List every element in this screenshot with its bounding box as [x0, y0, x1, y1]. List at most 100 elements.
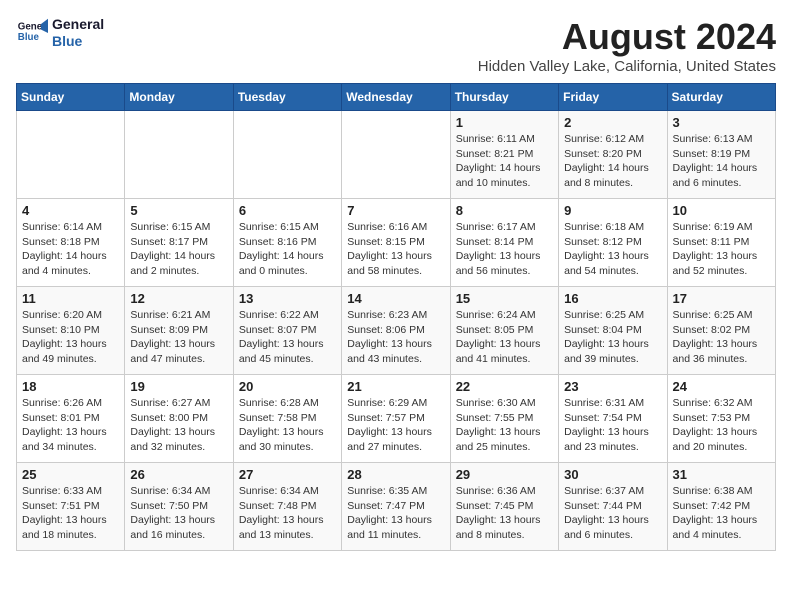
day-info: Sunrise: 6:13 AM Sunset: 8:19 PM Dayligh…: [673, 132, 770, 191]
title-area: August 2024 Hidden Valley Lake, Californ…: [478, 16, 776, 75]
day-cell: 29 Sunrise: 6:36 AM Sunset: 7:45 PM Dayli…: [450, 463, 558, 551]
day-info: Sunrise: 6:34 AM Sunset: 7:48 PM Dayligh…: [239, 484, 336, 543]
day-info: Sunrise: 6:28 AM Sunset: 7:58 PM Dayligh…: [239, 396, 336, 455]
day-cell: [233, 111, 341, 199]
day-info: Sunrise: 6:32 AM Sunset: 7:53 PM Dayligh…: [673, 396, 770, 455]
day-cell: 15 Sunrise: 6:24 AM Sunset: 8:05 PM Dayli…: [450, 287, 558, 375]
dow-tuesday: Tuesday: [233, 84, 341, 111]
day-number: 3: [673, 115, 770, 130]
day-number: 22: [456, 379, 553, 394]
day-cell: 6 Sunrise: 6:15 AM Sunset: 8:16 PM Daylig…: [233, 199, 341, 287]
week-row-4: 18 Sunrise: 6:26 AM Sunset: 8:01 PM Dayli…: [17, 375, 776, 463]
dow-friday: Friday: [559, 84, 667, 111]
day-number: 17: [673, 291, 770, 306]
day-cell: 24 Sunrise: 6:32 AM Sunset: 7:53 PM Dayli…: [667, 375, 775, 463]
logo-icon: General Blue: [16, 17, 48, 49]
day-cell: 22 Sunrise: 6:30 AM Sunset: 7:55 PM Dayli…: [450, 375, 558, 463]
week-row-2: 4Sunrise: 6:14 AM Sunset: 8:18 PM Daylig…: [17, 199, 776, 287]
day-number: 18: [22, 379, 119, 394]
day-cell: 8Sunrise: 6:17 AM Sunset: 8:14 PM Daylig…: [450, 199, 558, 287]
day-number: 9: [564, 203, 661, 218]
day-info: Sunrise: 6:18 AM Sunset: 8:12 PM Dayligh…: [564, 220, 661, 279]
svg-text:Blue: Blue: [18, 32, 40, 43]
day-number: 31: [673, 467, 770, 482]
day-number: 1: [456, 115, 553, 130]
day-cell: 18 Sunrise: 6:26 AM Sunset: 8:01 PM Dayli…: [17, 375, 125, 463]
dow-monday: Monday: [125, 84, 233, 111]
day-cell: 16 Sunrise: 6:25 AM Sunset: 8:04 PM Dayli…: [559, 287, 667, 375]
day-info: Sunrise: 6:33 AM Sunset: 7:51 PM Dayligh…: [22, 484, 119, 543]
week-row-1: 1 Sunrise: 6:11 AM Sunset: 8:21 PM Daylig…: [17, 111, 776, 199]
day-info: Sunrise: 6:20 AM Sunset: 8:10 PM Dayligh…: [22, 308, 119, 367]
day-cell: 21Sunrise: 6:29 AM Sunset: 7:57 PM Dayli…: [342, 375, 450, 463]
day-cell: 19 Sunrise: 6:27 AM Sunset: 8:00 PM Dayli…: [125, 375, 233, 463]
day-cell: 23Sunrise: 6:31 AM Sunset: 7:54 PM Dayli…: [559, 375, 667, 463]
day-info: Sunrise: 6:14 AM Sunset: 8:18 PM Dayligh…: [22, 220, 119, 279]
day-cell: 9 Sunrise: 6:18 AM Sunset: 8:12 PM Daylig…: [559, 199, 667, 287]
day-info: Sunrise: 6:12 AM Sunset: 8:20 PM Dayligh…: [564, 132, 661, 191]
day-info: Sunrise: 6:30 AM Sunset: 7:55 PM Dayligh…: [456, 396, 553, 455]
day-of-week-header: SundayMondayTuesdayWednesdayThursdayFrid…: [17, 84, 776, 111]
day-number: 25: [22, 467, 119, 482]
day-info: Sunrise: 6:15 AM Sunset: 8:17 PM Dayligh…: [130, 220, 227, 279]
dow-thursday: Thursday: [450, 84, 558, 111]
dow-sunday: Sunday: [17, 84, 125, 111]
day-info: Sunrise: 6:26 AM Sunset: 8:01 PM Dayligh…: [22, 396, 119, 455]
location: Hidden Valley Lake, California, United S…: [478, 58, 776, 75]
day-info: Sunrise: 6:31 AM Sunset: 7:54 PM Dayligh…: [564, 396, 661, 455]
day-info: Sunrise: 6:19 AM Sunset: 8:11 PM Dayligh…: [673, 220, 770, 279]
day-number: 16: [564, 291, 661, 306]
logo: General Blue General Blue: [16, 16, 104, 50]
day-info: Sunrise: 6:11 AM Sunset: 8:21 PM Dayligh…: [456, 132, 553, 191]
day-cell: 3 Sunrise: 6:13 AM Sunset: 8:19 PM Daylig…: [667, 111, 775, 199]
day-info: Sunrise: 6:37 AM Sunset: 7:44 PM Dayligh…: [564, 484, 661, 543]
day-cell: 26Sunrise: 6:34 AM Sunset: 7:50 PM Dayli…: [125, 463, 233, 551]
day-cell: 12 Sunrise: 6:21 AM Sunset: 8:09 PM Dayli…: [125, 287, 233, 375]
dow-wednesday: Wednesday: [342, 84, 450, 111]
header: General Blue General Blue August 2024 Hi…: [16, 16, 776, 75]
day-number: 15: [456, 291, 553, 306]
day-number: 6: [239, 203, 336, 218]
day-info: Sunrise: 6:36 AM Sunset: 7:45 PM Dayligh…: [456, 484, 553, 543]
day-info: Sunrise: 6:35 AM Sunset: 7:47 PM Dayligh…: [347, 484, 444, 543]
day-cell: 17 Sunrise: 6:25 AM Sunset: 8:02 PM Dayli…: [667, 287, 775, 375]
day-info: Sunrise: 6:16 AM Sunset: 8:15 PM Dayligh…: [347, 220, 444, 279]
day-info: Sunrise: 6:23 AM Sunset: 8:06 PM Dayligh…: [347, 308, 444, 367]
day-cell: 25 Sunrise: 6:33 AM Sunset: 7:51 PM Dayli…: [17, 463, 125, 551]
day-number: 2: [564, 115, 661, 130]
day-number: 19: [130, 379, 227, 394]
month-year: August 2024: [478, 16, 776, 58]
day-number: 12: [130, 291, 227, 306]
day-info: Sunrise: 6:22 AM Sunset: 8:07 PM Dayligh…: [239, 308, 336, 367]
day-info: Sunrise: 6:15 AM Sunset: 8:16 PM Dayligh…: [239, 220, 336, 279]
day-cell: 30Sunrise: 6:37 AM Sunset: 7:44 PM Dayli…: [559, 463, 667, 551]
day-number: 5: [130, 203, 227, 218]
day-number: 11: [22, 291, 119, 306]
day-cell: 2 Sunrise: 6:12 AM Sunset: 8:20 PM Daylig…: [559, 111, 667, 199]
day-cell: 14Sunrise: 6:23 AM Sunset: 8:06 PM Dayli…: [342, 287, 450, 375]
day-cell: 27Sunrise: 6:34 AM Sunset: 7:48 PM Dayli…: [233, 463, 341, 551]
day-info: Sunrise: 6:24 AM Sunset: 8:05 PM Dayligh…: [456, 308, 553, 367]
day-number: 28: [347, 467, 444, 482]
day-cell: 31 Sunrise: 6:38 AM Sunset: 7:42 PM Dayli…: [667, 463, 775, 551]
day-number: 21: [347, 379, 444, 394]
day-info: Sunrise: 6:25 AM Sunset: 8:04 PM Dayligh…: [564, 308, 661, 367]
day-info: Sunrise: 6:27 AM Sunset: 8:00 PM Dayligh…: [130, 396, 227, 455]
day-cell: 20Sunrise: 6:28 AM Sunset: 7:58 PM Dayli…: [233, 375, 341, 463]
day-info: Sunrise: 6:21 AM Sunset: 8:09 PM Dayligh…: [130, 308, 227, 367]
dow-saturday: Saturday: [667, 84, 775, 111]
day-number: 26: [130, 467, 227, 482]
day-cell: 7 Sunrise: 6:16 AM Sunset: 8:15 PM Daylig…: [342, 199, 450, 287]
week-row-5: 25 Sunrise: 6:33 AM Sunset: 7:51 PM Dayli…: [17, 463, 776, 551]
week-row-3: 11 Sunrise: 6:20 AM Sunset: 8:10 PM Dayli…: [17, 287, 776, 375]
day-info: Sunrise: 6:25 AM Sunset: 8:02 PM Dayligh…: [673, 308, 770, 367]
logo-line2: Blue: [52, 33, 82, 49]
logo-line1: General: [52, 16, 104, 32]
day-info: Sunrise: 6:38 AM Sunset: 7:42 PM Dayligh…: [673, 484, 770, 543]
day-number: 8: [456, 203, 553, 218]
day-number: 7: [347, 203, 444, 218]
day-cell: 10Sunrise: 6:19 AM Sunset: 8:11 PM Dayli…: [667, 199, 775, 287]
day-cell: [342, 111, 450, 199]
day-number: 29: [456, 467, 553, 482]
day-number: 24: [673, 379, 770, 394]
